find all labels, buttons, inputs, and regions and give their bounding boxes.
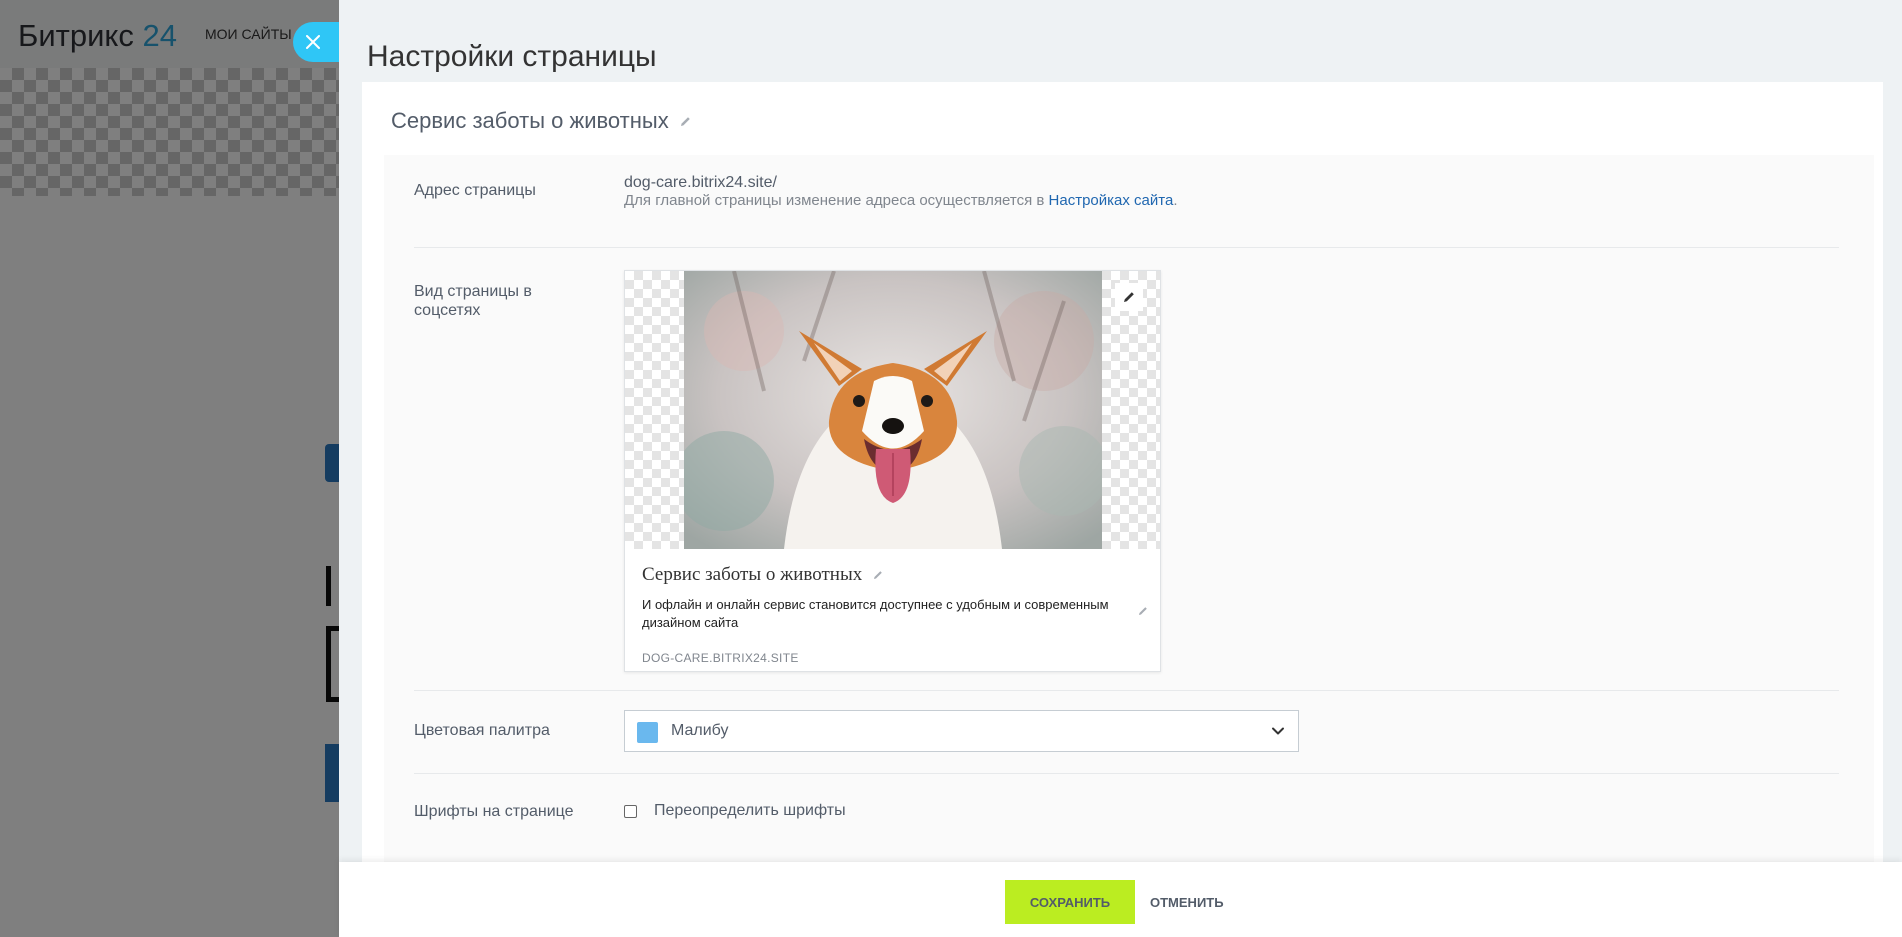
page-name-text: Сервис заботы о животных xyxy=(391,108,669,133)
site-settings-link[interactable]: Настройках сайта xyxy=(1049,192,1174,209)
address-value: dog-care.bitrix24.site/ xyxy=(624,174,777,191)
save-button[interactable]: СОХРАНИТЬ xyxy=(1005,880,1135,924)
close-slider-button[interactable] xyxy=(293,22,339,62)
preview-domain: DOG-CARE.BITRIX24.SITE xyxy=(642,651,799,665)
pencil-icon[interactable] xyxy=(679,115,692,128)
pencil-icon xyxy=(874,571,883,579)
divider xyxy=(414,773,1839,774)
override-fonts-label[interactable]: Переопределить шрифты xyxy=(654,802,846,820)
social-preview-label: Вид страницы в соцсетях xyxy=(414,283,532,319)
palette-select[interactable]: Малибу xyxy=(624,710,1299,752)
edit-image-button[interactable] xyxy=(1115,283,1143,311)
preview-description[interactable]: И офлайн и онлайн сервис становится дост… xyxy=(642,596,1112,632)
palette-value: Малибу xyxy=(671,722,729,739)
palette-label: Цветовая палитра xyxy=(414,722,550,739)
slider-footer: СОХРАНИТЬ ОТМЕНИТЬ xyxy=(339,862,1902,937)
page-title: Настройки страницы xyxy=(367,40,657,74)
pencil-icon[interactable] xyxy=(1137,605,1149,617)
dog-photo xyxy=(684,271,1102,549)
address-hint: Для главной страницы изменение адреса ос… xyxy=(624,192,1178,209)
chevron-down-icon xyxy=(1272,727,1284,735)
close-icon xyxy=(306,35,320,49)
social-preview-card: Сервис заботы о животных И офлайн и онла… xyxy=(624,270,1161,672)
settings-slider: Настройки страницы Сервис заботы о живот… xyxy=(339,0,1902,937)
settings-form: Адрес страницы dog-care.bitrix24.site/ Д… xyxy=(384,155,1874,862)
palette-swatch xyxy=(637,722,658,743)
divider xyxy=(414,690,1839,691)
cancel-button[interactable]: ОТМЕНИТЬ xyxy=(1144,880,1224,924)
fonts-label: Шрифты на странице xyxy=(414,803,574,820)
preview-image-area[interactable] xyxy=(625,271,1160,549)
divider xyxy=(414,247,1839,248)
page-name-heading: Сервис заботы о животных xyxy=(391,108,692,134)
preview-title[interactable]: Сервис заботы о животных xyxy=(642,564,884,586)
override-fonts-checkbox[interactable] xyxy=(624,805,637,818)
settings-card: Сервис заботы о животных Адрес страницы … xyxy=(362,82,1883,862)
address-label: Адрес страницы xyxy=(414,182,536,199)
pencil-icon xyxy=(1124,292,1134,302)
